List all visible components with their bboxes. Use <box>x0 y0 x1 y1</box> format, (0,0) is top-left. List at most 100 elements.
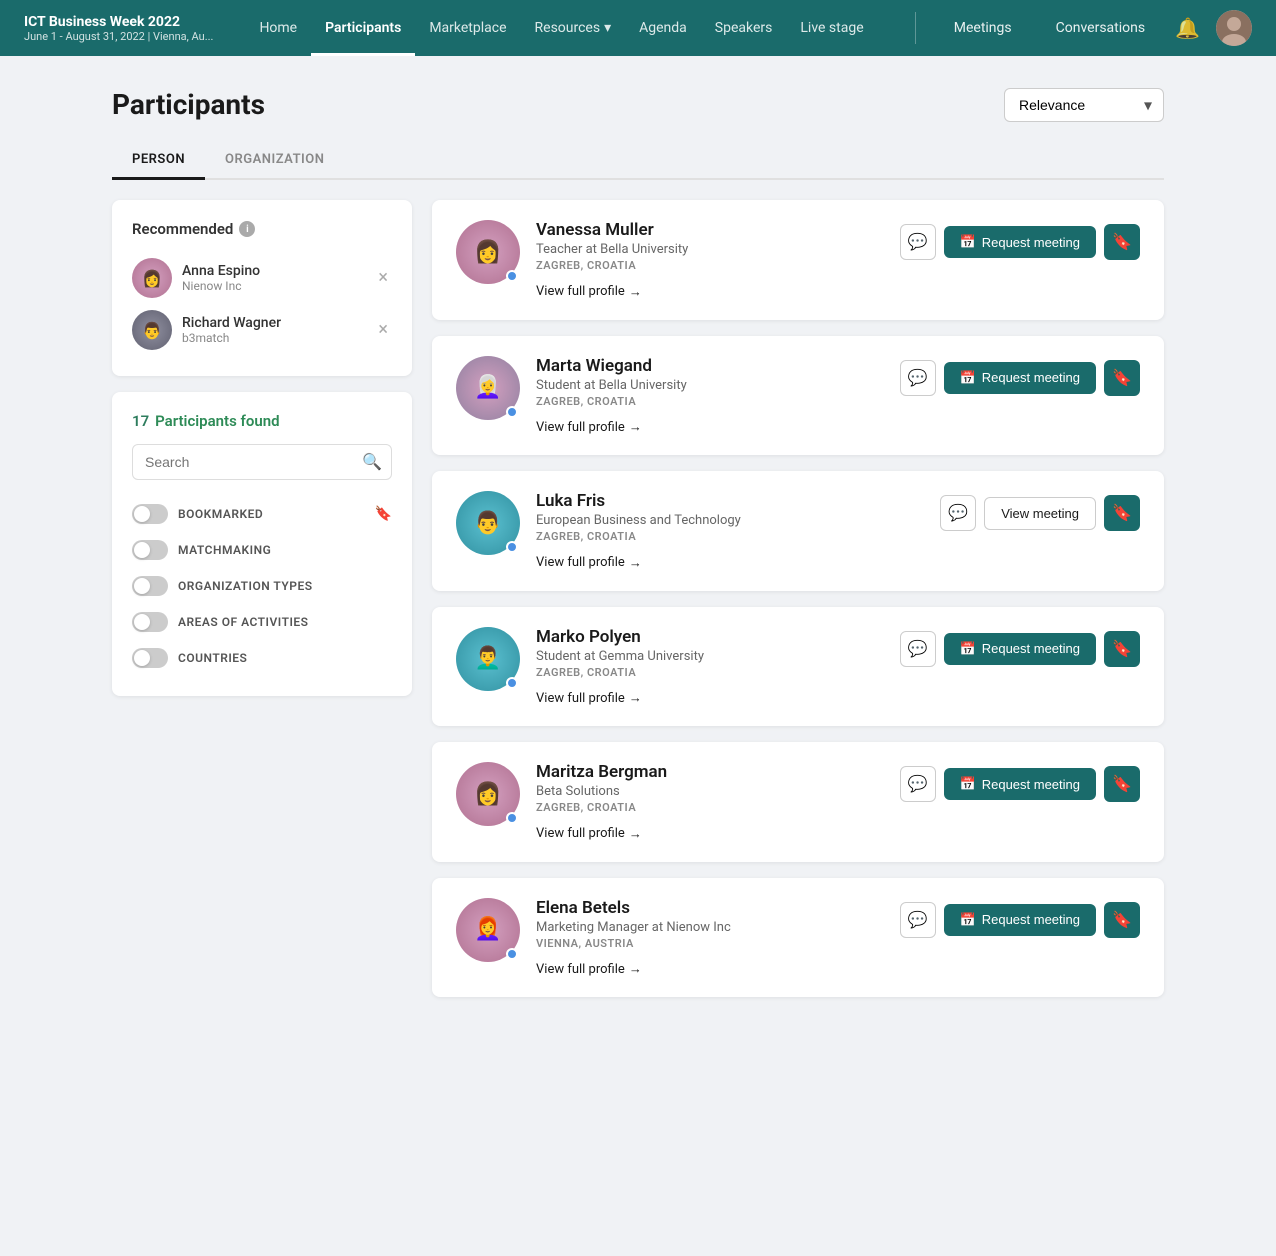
online-dot-vanessa <box>506 270 518 282</box>
page-header: Participants Relevance Name A-Z Name Z-A… <box>112 88 1164 122</box>
message-button-vanessa[interactable]: 💬 <box>900 224 936 260</box>
card-name-luka: Luka Fris <box>536 491 924 511</box>
bookmark-icon: 🔖 <box>375 506 392 522</box>
toggle-bookmarked[interactable] <box>132 504 168 524</box>
nav-participants[interactable]: Participants <box>311 0 415 56</box>
nav-agenda[interactable]: Agenda <box>625 0 701 56</box>
bell-icon: 🔔 <box>1175 16 1200 41</box>
relevance-select[interactable]: Relevance Name A-Z Name Z-A Most recent <box>1004 88 1164 122</box>
card-avatar-wrapper-marta: 👩‍🦳 <box>456 356 520 420</box>
card-actions-maritza: 💬 📅 Request meeting 🔖 <box>900 766 1140 802</box>
card-role-elena: Marketing Manager at Nienow Inc <box>536 920 884 935</box>
card-location-marko: ZAGREB, CROATIA <box>536 666 884 679</box>
toggle-areas-of-activities[interactable] <box>132 612 168 632</box>
arrow-right-icon-elena: → <box>629 961 642 977</box>
message-button-luka[interactable]: 💬 <box>940 495 976 531</box>
nav-conversations[interactable]: Conversations <box>1042 0 1159 56</box>
online-dot-marta <box>506 406 518 418</box>
card-name-marta: Marta Wiegand <box>536 356 884 376</box>
rec-info-anna: Anna Espino Nienow Inc <box>182 263 364 293</box>
message-button-marta[interactable]: 💬 <box>900 360 936 396</box>
rec-info-richard: Richard Wagner b3match <box>182 315 364 345</box>
rec-avatar-richard[interactable]: 👨 <box>132 310 172 350</box>
toggle-matchmaking[interactable] <box>132 540 168 560</box>
content-layout: Recommended i 👩 Anna Espino Nienow Inc × <box>112 200 1164 997</box>
bookmark-button-marta[interactable]: 🔖 <box>1104 360 1140 396</box>
bookmark-button-elena[interactable]: 🔖 <box>1104 902 1140 938</box>
message-button-maritza[interactable]: 💬 <box>900 766 936 802</box>
message-button-marko[interactable]: 💬 <box>900 631 936 667</box>
relevance-select-wrapper[interactable]: Relevance Name A-Z Name Z-A Most recent <box>1004 88 1164 122</box>
card-role-marta: Student at Bella University <box>536 378 884 393</box>
card-actions-marko: 💬 📅 Request meeting 🔖 <box>900 631 1140 667</box>
search-input[interactable] <box>132 444 392 480</box>
tab-organization[interactable]: ORGANIZATION <box>205 142 344 180</box>
bookmark-fill-icon-marko: 🔖 <box>1112 639 1132 659</box>
navbar: ICT Business Week 2022 June 1 - August 3… <box>0 0 1276 56</box>
calendar-icon-maritza: 📅 <box>960 776 976 792</box>
bookmark-button-vanessa[interactable]: 🔖 <box>1104 224 1140 260</box>
participant-card-maritza: 👩 Maritza Bergman Beta Solutions ZAGREB,… <box>432 742 1164 862</box>
chat-icon-vanessa: 💬 <box>908 232 928 252</box>
card-name-marko: Marko Polyen <box>536 627 884 647</box>
card-role-vanessa: Teacher at Bella University <box>536 242 884 257</box>
request-meeting-button-marta[interactable]: 📅 Request meeting <box>944 362 1096 394</box>
info-icon[interactable]: i <box>239 221 255 237</box>
search-button[interactable]: 🔍 <box>362 452 382 472</box>
request-meeting-button-elena[interactable]: 📅 Request meeting <box>944 904 1096 936</box>
view-profile-vanessa[interactable]: View full profile → <box>536 284 642 300</box>
participants-count: 17Participants found <box>132 412 392 430</box>
request-meeting-button-maritza[interactable]: 📅 Request meeting <box>944 768 1096 800</box>
rec-close-richard[interactable]: × <box>374 317 392 343</box>
view-profile-elena[interactable]: View full profile → <box>536 961 642 977</box>
nav-meetings[interactable]: Meetings <box>940 0 1026 56</box>
rec-avatar-anna[interactable]: 👩 <box>132 258 172 298</box>
nav-marketplace[interactable]: Marketplace <box>415 0 520 56</box>
bookmark-button-luka[interactable]: 🔖 <box>1104 495 1140 531</box>
chat-icon-luka: 💬 <box>948 503 968 523</box>
tab-bar: PERSON ORGANIZATION <box>112 142 1164 180</box>
card-role-maritza: Beta Solutions <box>536 784 884 799</box>
chat-icon-marko: 💬 <box>908 639 928 659</box>
online-dot-elena <box>506 948 518 960</box>
nav-resources[interactable]: Resources ▾ <box>521 0 626 56</box>
rec-close-anna[interactable]: × <box>374 265 392 291</box>
tab-person[interactable]: PERSON <box>112 142 205 180</box>
view-profile-maritza[interactable]: View full profile → <box>536 826 642 842</box>
request-meeting-button-marko[interactable]: 📅 Request meeting <box>944 633 1096 665</box>
card-info-luka: Luka Fris European Business and Technolo… <box>536 491 924 571</box>
toggle-organization-types[interactable] <box>132 576 168 596</box>
nav-livestage[interactable]: Live stage <box>786 0 877 56</box>
notification-bell-button[interactable]: 🔔 <box>1175 16 1200 41</box>
bookmark-button-marko[interactable]: 🔖 <box>1104 631 1140 667</box>
card-actions-vanessa: 💬 📅 Request meeting 🔖 <box>900 224 1140 260</box>
card-name-maritza: Maritza Bergman <box>536 762 884 782</box>
recommended-title: Recommended i <box>132 220 392 238</box>
participant-card-marta: 👩‍🦳 Marta Wiegand Student at Bella Unive… <box>432 336 1164 456</box>
count-number: 17 <box>132 412 149 430</box>
arrow-right-icon-luka: → <box>629 555 642 571</box>
view-profile-marko[interactable]: View full profile → <box>536 690 642 706</box>
view-meeting-button-luka[interactable]: View meeting <box>984 497 1096 530</box>
card-location-elena: VIENNA, AUSTRIA <box>536 937 884 950</box>
bookmark-fill-icon: 🔖 <box>1112 232 1132 252</box>
card-info-marta: Marta Wiegand Student at Bella Universit… <box>536 356 884 436</box>
main-container: Participants Relevance Name A-Z Name Z-A… <box>88 56 1188 1029</box>
nav-home[interactable]: Home <box>245 0 311 56</box>
chat-icon-marta: 💬 <box>908 368 928 388</box>
toggle-countries[interactable] <box>132 648 168 668</box>
filter-box: 17Participants found 🔍 BOOKMARKED 🔖 MATC… <box>112 392 412 696</box>
filter-matchmaking: MATCHMAKING <box>132 532 392 568</box>
rec-org-richard: b3match <box>182 331 364 345</box>
chat-icon-elena: 💬 <box>908 910 928 930</box>
rec-org-anna: Nienow Inc <box>182 279 364 293</box>
request-meeting-button-vanessa[interactable]: 📅 Request meeting <box>944 226 1096 258</box>
filter-areas-of-activities: AREAS OF ACTIVITIES <box>132 604 392 640</box>
view-profile-luka[interactable]: View full profile → <box>536 555 642 571</box>
bookmark-button-maritza[interactable]: 🔖 <box>1104 766 1140 802</box>
message-button-elena[interactable]: 💬 <box>900 902 936 938</box>
card-name-vanessa: Vanessa Muller <box>536 220 884 240</box>
user-avatar[interactable] <box>1216 10 1252 46</box>
view-profile-marta[interactable]: View full profile → <box>536 419 642 435</box>
nav-speakers[interactable]: Speakers <box>701 0 787 56</box>
